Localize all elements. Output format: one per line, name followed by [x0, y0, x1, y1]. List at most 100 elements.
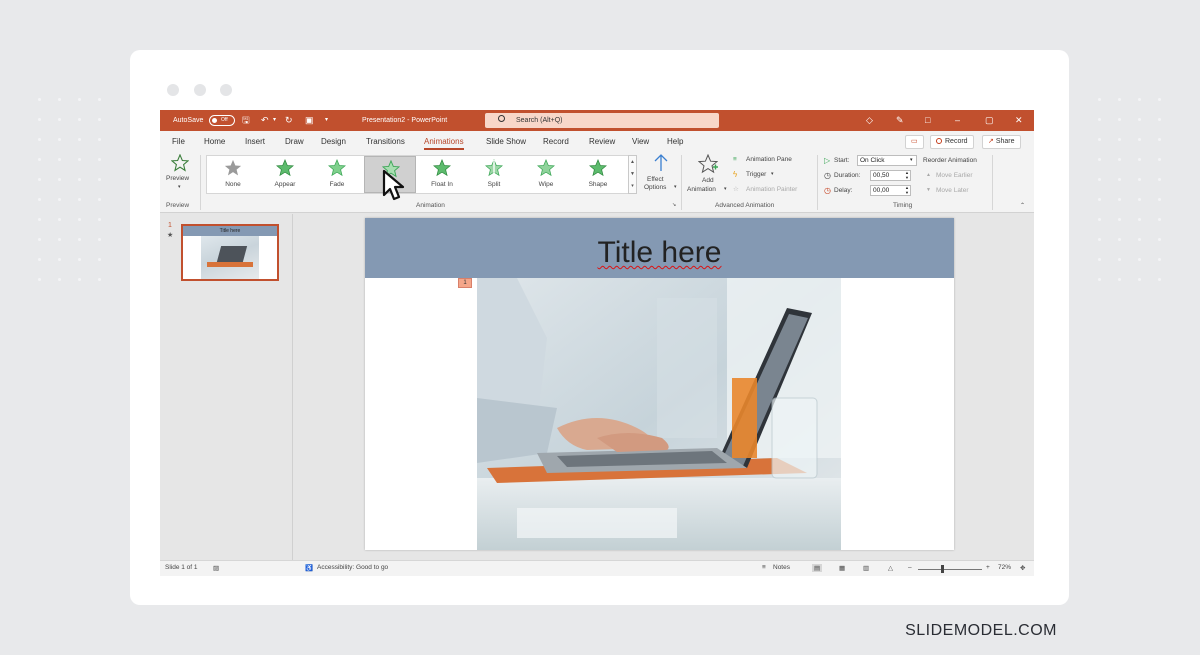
- reading-view-icon[interactable]: ▥: [863, 564, 869, 572]
- normal-view-icon[interactable]: ▤: [812, 564, 823, 572]
- fit-to-window-icon[interactable]: ✥: [1020, 564, 1025, 572]
- diamond-icon[interactable]: ◇: [866, 114, 873, 126]
- delay-stepper[interactable]: 00,00 ▲ ▼: [870, 185, 911, 196]
- slideshow-icon[interactable]: △: [888, 564, 893, 572]
- chevron-down-icon[interactable]: ▾: [273, 114, 276, 126]
- group-separator: [817, 155, 818, 210]
- slide-thumbnail[interactable]: Title here: [181, 224, 279, 281]
- slide-canvas[interactable]: Title here 1: [365, 218, 954, 550]
- status-bar: Slide 1 of 1 ▨ ♿ Accessibility: Good to …: [160, 560, 1034, 576]
- tab-transitions[interactable]: Transitions: [366, 137, 405, 146]
- animation-shape[interactable]: Shape: [572, 156, 624, 193]
- notes-button[interactable]: Notes: [773, 564, 790, 571]
- add-animation-button[interactable]: Add Animation ▾: [686, 154, 730, 198]
- tab-home[interactable]: Home: [204, 137, 225, 146]
- search-icon: [498, 115, 505, 122]
- notes-icon[interactable]: ≡: [762, 564, 766, 571]
- tab-draw[interactable]: Draw: [285, 137, 304, 146]
- zoom-out-icon[interactable]: –: [908, 564, 912, 571]
- animation-label: Fade: [329, 181, 345, 188]
- gallery-scroll[interactable]: ▲ ▼ ▾: [628, 155, 637, 194]
- tab-record[interactable]: Record: [543, 137, 569, 146]
- comments-button[interactable]: ▭: [905, 135, 924, 149]
- tab-insert[interactable]: Insert: [245, 137, 265, 146]
- animation-group-label: Animation: [416, 202, 445, 209]
- zoom-slider[interactable]: [918, 569, 982, 570]
- animation-label: Float In: [431, 181, 453, 188]
- animation-label: None: [225, 181, 241, 188]
- animation-split[interactable]: Split: [468, 156, 520, 193]
- star-float-icon: [433, 159, 451, 177]
- accessibility-status[interactable]: Accessibility: Good to go: [317, 564, 388, 571]
- record-button[interactable]: Record: [930, 135, 974, 149]
- tab-slide-show[interactable]: Slide Show: [486, 137, 526, 146]
- zoom-slider-thumb[interactable]: [941, 565, 944, 573]
- maximize-icon[interactable]: ▢: [985, 114, 994, 126]
- preview-group-label: Preview: [166, 202, 190, 209]
- slide-title-placeholder[interactable]: Title here: [365, 218, 954, 278]
- effect-options-button[interactable]: Effect Options ▾: [644, 154, 680, 198]
- redo-icon[interactable]: ↻: [285, 114, 293, 126]
- start-select[interactable]: On Click ▾: [857, 155, 917, 166]
- group-separator: [681, 155, 682, 210]
- accessibility-icon[interactable]: ♿: [305, 564, 313, 572]
- slide-sorter-icon[interactable]: ▦: [839, 564, 845, 572]
- animation-appear[interactable]: Appear: [259, 156, 311, 193]
- undo-icon[interactable]: ↶: [261, 114, 269, 126]
- title-bar: AutoSave Off 🖫 ↶ ▾ ↻ ▣ ▾ Presentation2 -…: [160, 110, 1034, 131]
- close-icon[interactable]: ✕: [1015, 114, 1023, 126]
- slide-count: Slide 1 of 1: [165, 564, 198, 571]
- autosave-toggle[interactable]: Off: [209, 115, 235, 126]
- tab-help[interactable]: Help: [667, 137, 683, 146]
- zoom-level[interactable]: 72%: [998, 564, 1011, 571]
- collapse-ribbon-icon[interactable]: ⌃: [1020, 202, 1025, 209]
- chevron-down-icon: ▾: [724, 186, 727, 192]
- laptop-photo[interactable]: [477, 278, 841, 550]
- animation-pane-icon: ≡: [733, 156, 737, 163]
- search-input[interactable]: Search (Alt+Q): [485, 113, 719, 128]
- spell-check-icon[interactable]: ▨: [213, 564, 219, 572]
- add-animation-label-2: Animation: [687, 186, 716, 193]
- tab-review[interactable]: Review: [589, 137, 615, 146]
- animation-painter-label: Animation Painter: [746, 186, 798, 193]
- tab-view[interactable]: View: [632, 137, 649, 146]
- slide-number: 1: [168, 222, 172, 229]
- autosave-label: AutoSave: [173, 117, 204, 124]
- animation-order-tag[interactable]: 1: [458, 278, 472, 288]
- stepper-arrows-icon: ▲ ▼: [905, 170, 909, 180]
- move-later-button[interactable]: ▼ Move Later: [926, 187, 996, 197]
- slide-title[interactable]: Title here: [598, 236, 722, 269]
- delay-icon: ◷: [824, 186, 831, 195]
- animations-ribbon: Preview ▾ Preview None Appear Fade Float…: [160, 152, 1034, 213]
- animation-painter-button[interactable]: ☆ Animation Painter: [733, 186, 823, 196]
- save-icon[interactable]: 🖫: [242, 114, 250, 126]
- share-button[interactable]: ↗ Share: [982, 135, 1021, 149]
- move-earlier-button[interactable]: ▲ Move Earlier: [926, 172, 996, 182]
- tab-animations[interactable]: Animations: [424, 137, 464, 150]
- trigger-button[interactable]: ϟ Trigger ▾: [733, 170, 793, 181]
- tab-design[interactable]: Design: [321, 137, 346, 146]
- animation-none[interactable]: None: [207, 156, 259, 193]
- animation-wipe[interactable]: Wipe: [520, 156, 572, 193]
- move-earlier-label: Move Earlier: [936, 172, 973, 179]
- animation-star-icon: ★: [167, 232, 174, 239]
- customize-toolbar-icon[interactable]: ▾: [325, 114, 328, 126]
- pen-icon[interactable]: ✎: [896, 114, 904, 126]
- animation-float-in[interactable]: Float In: [416, 156, 468, 193]
- ribbon-display-icon[interactable]: □: [925, 114, 930, 126]
- zoom-in-icon[interactable]: +: [986, 564, 990, 571]
- share-label: Share: [995, 138, 1015, 145]
- dialog-launcher-icon[interactable]: ↘: [672, 202, 676, 208]
- animation-fade[interactable]: Fade: [311, 156, 363, 193]
- powerpoint-window: AutoSave Off 🖫 ↶ ▾ ↻ ▣ ▾ Presentation2 -…: [160, 110, 1034, 576]
- star-gray-icon: [224, 159, 242, 176]
- preview-label: Preview: [166, 175, 190, 182]
- animation-pane-button[interactable]: ≡ Animation Pane: [733, 156, 813, 166]
- duration-value: 00,50: [873, 172, 890, 179]
- preview-button[interactable]: Preview ▾: [166, 154, 194, 198]
- tab-file[interactable]: File: [172, 137, 185, 146]
- minimize-icon[interactable]: –: [955, 114, 960, 126]
- clock-icon: ◷: [824, 171, 831, 180]
- duration-stepper[interactable]: 00,50 ▲ ▼: [870, 170, 911, 181]
- presentation-icon[interactable]: ▣: [305, 114, 314, 126]
